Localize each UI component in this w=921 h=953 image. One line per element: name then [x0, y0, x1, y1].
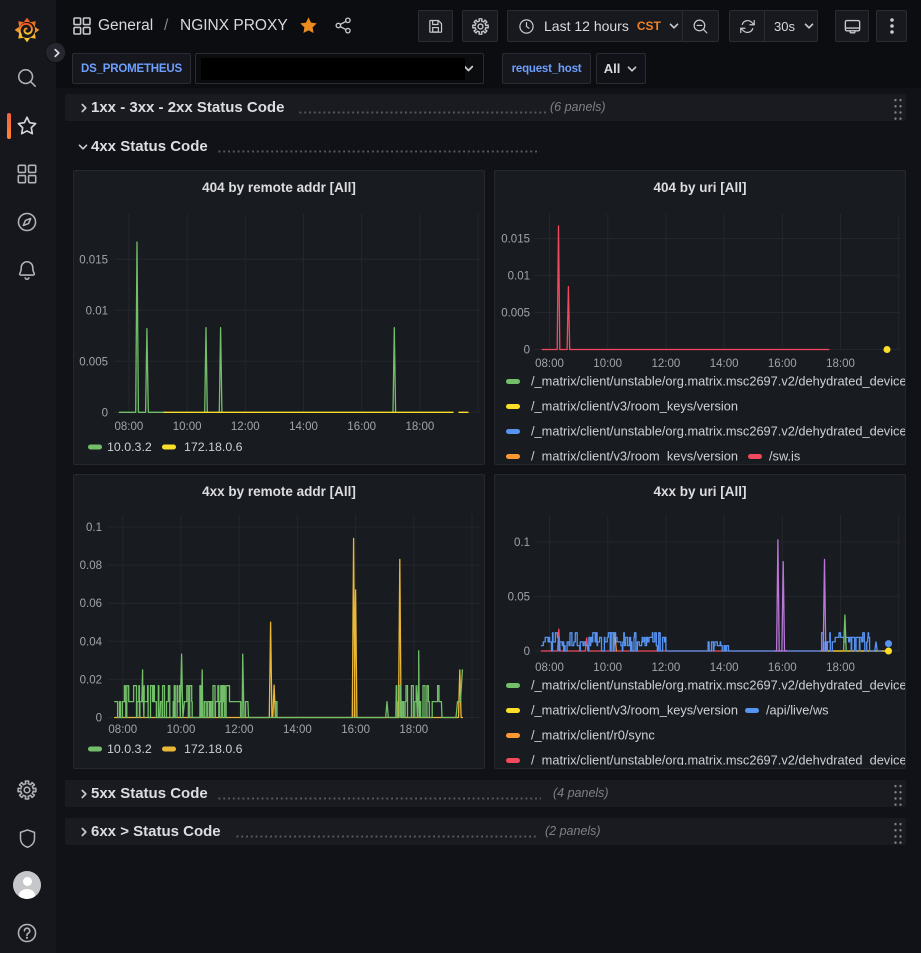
svg-text:0.015: 0.015	[79, 254, 108, 266]
svg-text:18:00: 18:00	[399, 724, 428, 736]
svg-text:14:00: 14:00	[710, 662, 739, 674]
svg-text:08:00: 08:00	[108, 724, 137, 736]
svg-text:0: 0	[524, 345, 530, 357]
svg-text:16:00: 16:00	[347, 421, 376, 433]
svg-text:14:00: 14:00	[289, 421, 318, 433]
svg-text:0.015: 0.015	[501, 234, 530, 246]
svg-text:18:00: 18:00	[406, 421, 435, 433]
svg-text:/api/live/ws: /api/live/ws	[766, 703, 829, 718]
svg-text:16:00: 16:00	[341, 724, 370, 736]
svg-text:18:00: 18:00	[826, 358, 855, 370]
svg-text:10:00: 10:00	[173, 421, 202, 433]
svg-text:/_matrix/client/r0/sync: /_matrix/client/r0/sync	[531, 728, 655, 743]
svg-text:16:00: 16:00	[768, 662, 797, 674]
svg-text:10.0.3.2: 10.0.3.2	[107, 440, 152, 454]
svg-text:0.1: 0.1	[86, 522, 102, 534]
svg-text:12:00: 12:00	[652, 662, 681, 674]
svg-text:18:00: 18:00	[826, 662, 855, 674]
svg-text:0.05: 0.05	[508, 592, 530, 604]
svg-text:0.01: 0.01	[508, 271, 530, 283]
svg-text:/_matrix/client/unstable/org.m: /_matrix/client/unstable/org.matrix.msc2…	[531, 678, 905, 693]
svg-text:0.04: 0.04	[80, 636, 103, 648]
svg-text:10:00: 10:00	[593, 662, 622, 674]
svg-text:/_matrix/client/unstable/org.m: /_matrix/client/unstable/org.matrix.msc2…	[531, 374, 905, 389]
svg-text:172.18.0.6: 172.18.0.6	[184, 742, 243, 756]
svg-text:/_matrix/client/unstable/org.m: /_matrix/client/unstable/org.matrix.msc2…	[531, 424, 905, 439]
svg-text:/_matrix/client/unstable/org.m: /_matrix/client/unstable/org.matrix.msc2…	[531, 753, 905, 766]
svg-text:/_matrix/client/v3/room_keys/v: /_matrix/client/v3/room_keys/version	[531, 399, 738, 414]
svg-text:0: 0	[102, 407, 108, 419]
svg-text:0.02: 0.02	[80, 674, 102, 686]
svg-text:0.005: 0.005	[501, 308, 530, 320]
svg-text:16:00: 16:00	[768, 358, 797, 370]
svg-text:/_matrix/client/v3/room_keys/v: /_matrix/client/v3/room_keys/version	[531, 703, 738, 718]
svg-text:10:00: 10:00	[593, 358, 622, 370]
svg-text:/_matrix/client/v3/room_keys/v: /_matrix/client/v3/room_keys/version	[531, 449, 738, 462]
svg-text:0.08: 0.08	[80, 560, 102, 572]
svg-text:0: 0	[96, 713, 102, 725]
svg-text:14:00: 14:00	[283, 724, 312, 736]
svg-text:172.18.0.6: 172.18.0.6	[184, 440, 243, 454]
svg-text:/sw.js: /sw.js	[769, 449, 800, 462]
svg-text:10:00: 10:00	[167, 724, 196, 736]
svg-text:08:00: 08:00	[535, 662, 564, 674]
svg-text:0.06: 0.06	[80, 598, 102, 610]
svg-text:0.01: 0.01	[86, 305, 108, 317]
svg-text:0: 0	[524, 646, 530, 658]
svg-text:14:00: 14:00	[710, 358, 739, 370]
svg-text:0.005: 0.005	[79, 356, 108, 368]
svg-text:10.0.3.2: 10.0.3.2	[107, 742, 152, 756]
svg-text:12:00: 12:00	[231, 421, 260, 433]
svg-text:08:00: 08:00	[115, 421, 144, 433]
svg-text:0.1: 0.1	[514, 537, 530, 549]
svg-text:12:00: 12:00	[652, 358, 681, 370]
svg-text:12:00: 12:00	[225, 724, 254, 736]
svg-text:08:00: 08:00	[535, 358, 564, 370]
